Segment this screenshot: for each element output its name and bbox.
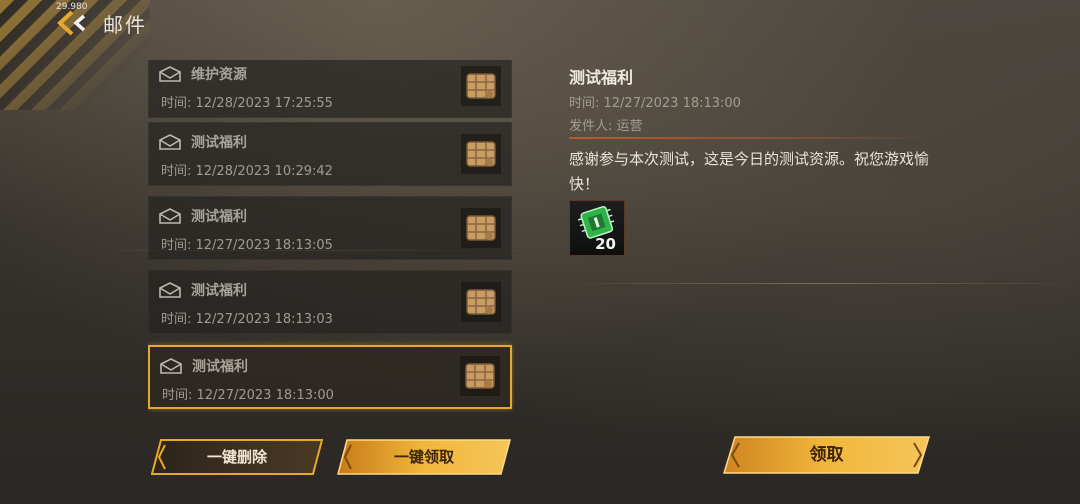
reward-crate-icon (461, 282, 501, 322)
mail-time: 时间: 12/28/2023 10:29:42 (161, 164, 333, 179)
claim-all-label: 一键领取 (393, 448, 454, 466)
mail-subject: 维护资源 (191, 67, 247, 83)
envelope-open-icon (159, 282, 181, 298)
mail-subject: 测试福利 (191, 209, 247, 225)
mail-item[interactable]: 测试福利 时间: 12/27/2023 18:13:03 (148, 270, 512, 334)
reward-crate-icon (461, 134, 501, 174)
mail-detail-sender: 发件人: 运营 (569, 119, 643, 134)
attachment-count: 20 (595, 235, 616, 253)
reward-crate-icon (461, 66, 501, 106)
mail-detail-title: 测试福利 (569, 68, 634, 87)
envelope-open-icon (160, 358, 182, 374)
delete-all-button[interactable]: 一键删除 (151, 439, 323, 475)
mail-item-selected[interactable]: 测试福利 时间: 12/27/2023 18:13:00 (148, 345, 512, 409)
mail-detail-body: 感谢参与本次测试，这是今日的测试资源。祝您游戏愉快！ (569, 150, 930, 193)
divider (569, 137, 933, 139)
envelope-open-icon (159, 66, 181, 82)
mail-subject: 测试福利 (191, 135, 247, 151)
envelope-open-icon (159, 134, 181, 150)
claim-label: 领取 (809, 445, 844, 465)
mail-subject: 测试福利 (191, 283, 247, 299)
mail-detail-time: 时间: 12/27/2023 18:13:00 (569, 96, 741, 111)
mail-subject: 测试福利 (192, 359, 248, 375)
delete-all-label: 一键删除 (206, 448, 267, 466)
mail-item[interactable]: 测试福利 时间: 12/27/2023 18:13:05 (148, 196, 512, 260)
mail-time: 时间: 12/27/2023 18:13:05 (161, 238, 333, 253)
mail-item[interactable]: 测试福利 时间: 12/28/2023 10:29:42 (148, 122, 512, 186)
back-button[interactable] (56, 10, 92, 36)
claim-all-button[interactable]: 一键领取 (337, 439, 511, 475)
mail-list[interactable]: 维护资源 时间: 12/28/2023 17:25:55 测试福利 时间: 12… (148, 60, 514, 412)
attachment-item[interactable]: 20 (569, 200, 625, 256)
page-title: 邮件 (103, 13, 147, 37)
scratch-decoration (560, 283, 1080, 284)
mail-time: 时间: 12/28/2023 17:25:55 (161, 96, 333, 111)
envelope-open-icon (159, 208, 181, 224)
mail-time: 时间: 12/27/2023 18:13:03 (161, 312, 333, 327)
mail-time: 时间: 12/27/2023 18:13:00 (162, 388, 334, 403)
back-arrow-icon (57, 10, 86, 36)
claim-button[interactable]: 领取 (723, 436, 930, 474)
reward-crate-icon (460, 356, 500, 396)
reward-crate-icon (461, 208, 501, 248)
mail-item[interactable]: 维护资源 时间: 12/28/2023 17:25:55 (148, 60, 512, 118)
